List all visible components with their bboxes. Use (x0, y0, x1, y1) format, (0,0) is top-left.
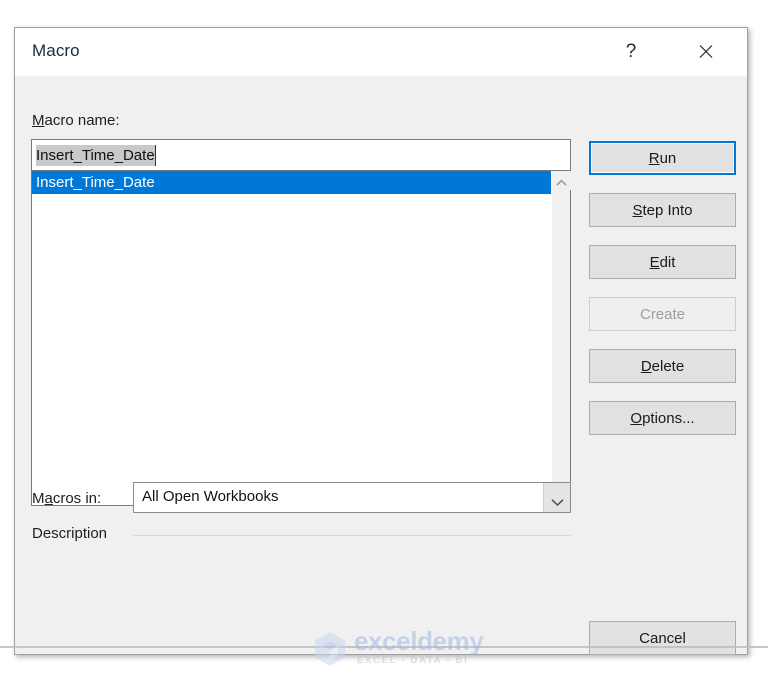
close-button[interactable] (683, 28, 729, 75)
macros-in-select[interactable]: All Open Workbooks (133, 482, 571, 513)
watermark: exceldemy EXCEL - DATA - BI (311, 628, 484, 673)
listbox-scrollbar[interactable] (551, 171, 571, 505)
macros-in-label-before: M (32, 490, 45, 507)
chevron-up-icon (552, 179, 571, 187)
macro-name-label: Macro name: (32, 112, 120, 129)
macros-in-label-accel: a (44, 490, 53, 507)
step-into-button-label: tep Into (642, 201, 693, 219)
options-button-label: ptions... (642, 409, 695, 427)
macro-name-input-value: Insert_Time_Date (36, 145, 155, 166)
delete-button[interactable]: Delete (589, 349, 736, 383)
edit-button-accel: E (649, 253, 660, 271)
description-label: Description (32, 525, 108, 542)
close-icon (683, 28, 729, 75)
options-button[interactable]: Options... (589, 401, 736, 435)
macros-in-label: Macros in: (32, 490, 101, 507)
step-into-button-accel: S (632, 201, 643, 219)
run-button-label: un (659, 149, 677, 167)
options-button-accel: O (630, 409, 643, 427)
macro-name-input-wrapper[interactable]: Insert_Time_Date (31, 139, 571, 171)
cancel-button-label: Cancel (639, 629, 686, 647)
create-button-label: Create (639, 305, 686, 323)
step-into-button[interactable]: Step Into (589, 193, 736, 227)
question-mark-icon: ? (625, 41, 637, 62)
macro-listbox[interactable]: Insert_Time_Date (31, 170, 571, 506)
dialog-title: Macro (32, 41, 80, 60)
delete-button-accel: D (640, 357, 652, 375)
watermark-brand-name: exceldemy (354, 626, 484, 656)
chevron-down-icon (544, 498, 570, 507)
watermark-tagline: EXCEL - DATA - BI (357, 655, 469, 666)
edit-button-label: dit (659, 253, 676, 271)
macro-dialog: Macro ? Macro name: Insert_Time_Date Ins… (14, 27, 748, 655)
dialog-body: Macro name: Insert_Time_Date Insert_Time… (15, 76, 747, 655)
scroll-up-button[interactable] (552, 171, 571, 190)
macro-name-label-accel: M (32, 112, 45, 129)
create-button: Create (589, 297, 736, 331)
macros-in-selected-value: All Open Workbooks (142, 488, 279, 505)
macro-name-label-rest: acro name: (44, 112, 120, 129)
edit-button[interactable]: Edit (589, 245, 736, 279)
run-button-accel: R (648, 149, 660, 167)
cancel-button[interactable]: Cancel (589, 621, 736, 655)
titlebar: Macro ? (15, 28, 747, 77)
description-divider (133, 535, 571, 536)
run-button[interactable]: Run (589, 141, 736, 175)
macros-in-label-after: cros in: (52, 490, 102, 507)
macros-in-dropdown-button[interactable] (543, 483, 570, 512)
help-button[interactable]: ? (608, 28, 654, 75)
text-caret (155, 145, 156, 166)
delete-button-label: elete (651, 357, 685, 375)
cube-logo-icon (311, 630, 349, 673)
list-item[interactable]: Insert_Time_Date (32, 171, 551, 194)
